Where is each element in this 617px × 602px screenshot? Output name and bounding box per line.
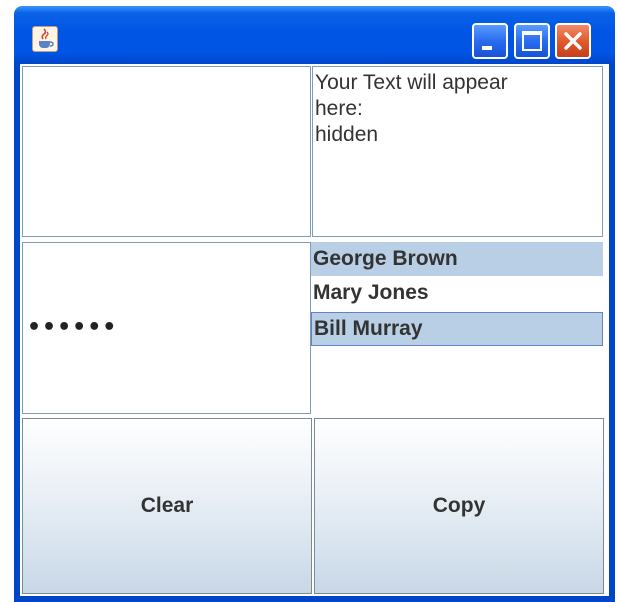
close-icon [564,32,582,50]
password-mask: •••••• [27,315,118,340]
output-line: Your Text will appear [315,71,508,94]
maximize-button[interactable] [514,23,550,59]
name-list[interactable]: George Brown Mary Jones Bill Murray [311,240,603,416]
password-field[interactable]: •••••• [22,242,311,414]
minimize-icon [482,46,492,50]
close-button[interactable] [555,23,591,59]
output-text-area[interactable]: Your Text will appear here: hidden [312,66,603,237]
copy-button[interactable]: Copy [314,418,604,594]
output-line: hidden [315,123,379,146]
minimize-button[interactable] [472,23,508,59]
title-bar[interactable] [14,6,615,64]
input-text-area[interactable] [22,66,311,237]
clear-button-label: Clear [140,494,194,517]
java-cup-icon[interactable] [32,26,58,52]
clear-button[interactable]: Clear [22,418,312,594]
window-frame: Your Text will appear here: hidden •••••… [14,64,615,602]
list-item-bill-murray[interactable]: Bill Murray [311,312,603,346]
content-pane: Your Text will appear here: hidden •••••… [20,64,609,596]
app-window: Your Text will appear here: hidden •••••… [14,6,615,602]
output-line: here: [315,97,363,120]
copy-button-label: Copy [432,494,486,517]
list-item-mary-jones[interactable]: Mary Jones [311,276,603,310]
maximize-icon [522,31,542,51]
list-item-george-brown[interactable]: George Brown [311,242,603,276]
